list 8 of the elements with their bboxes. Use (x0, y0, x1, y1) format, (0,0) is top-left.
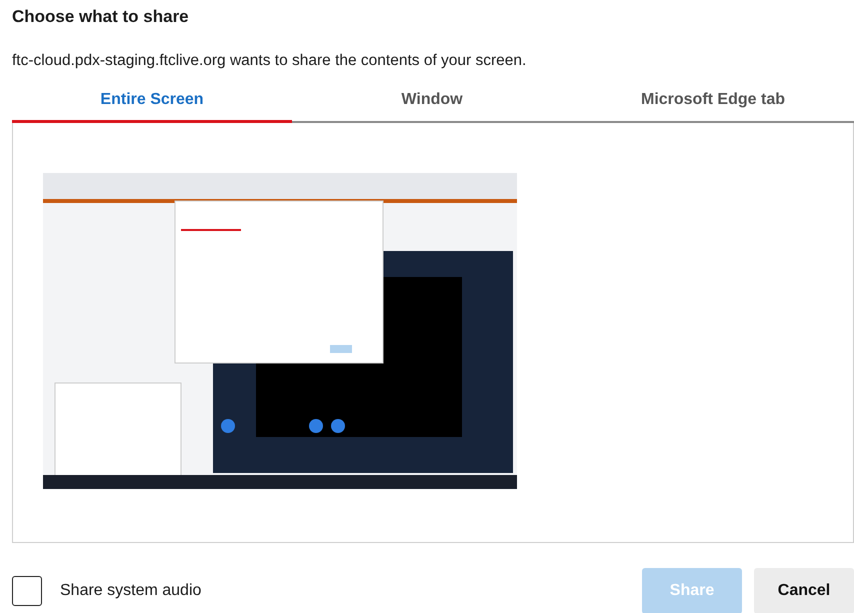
checkbox-label: Share system audio (60, 581, 202, 601)
tab[interactable]: Window (292, 84, 572, 123)
cancel-button[interactable]: Cancel (754, 568, 854, 613)
dialog-title: Choose what to share (12, 7, 190, 28)
tab[interactable]: Entire Screen (12, 84, 292, 123)
dialog-description: ftc-cloud.pdx-staging.ftclive.org wants to share the contents of your screen. (12, 51, 528, 71)
tab[interactable]: Microsoft Edge tab (572, 84, 854, 123)
checkbox[interactable] (12, 576, 42, 606)
